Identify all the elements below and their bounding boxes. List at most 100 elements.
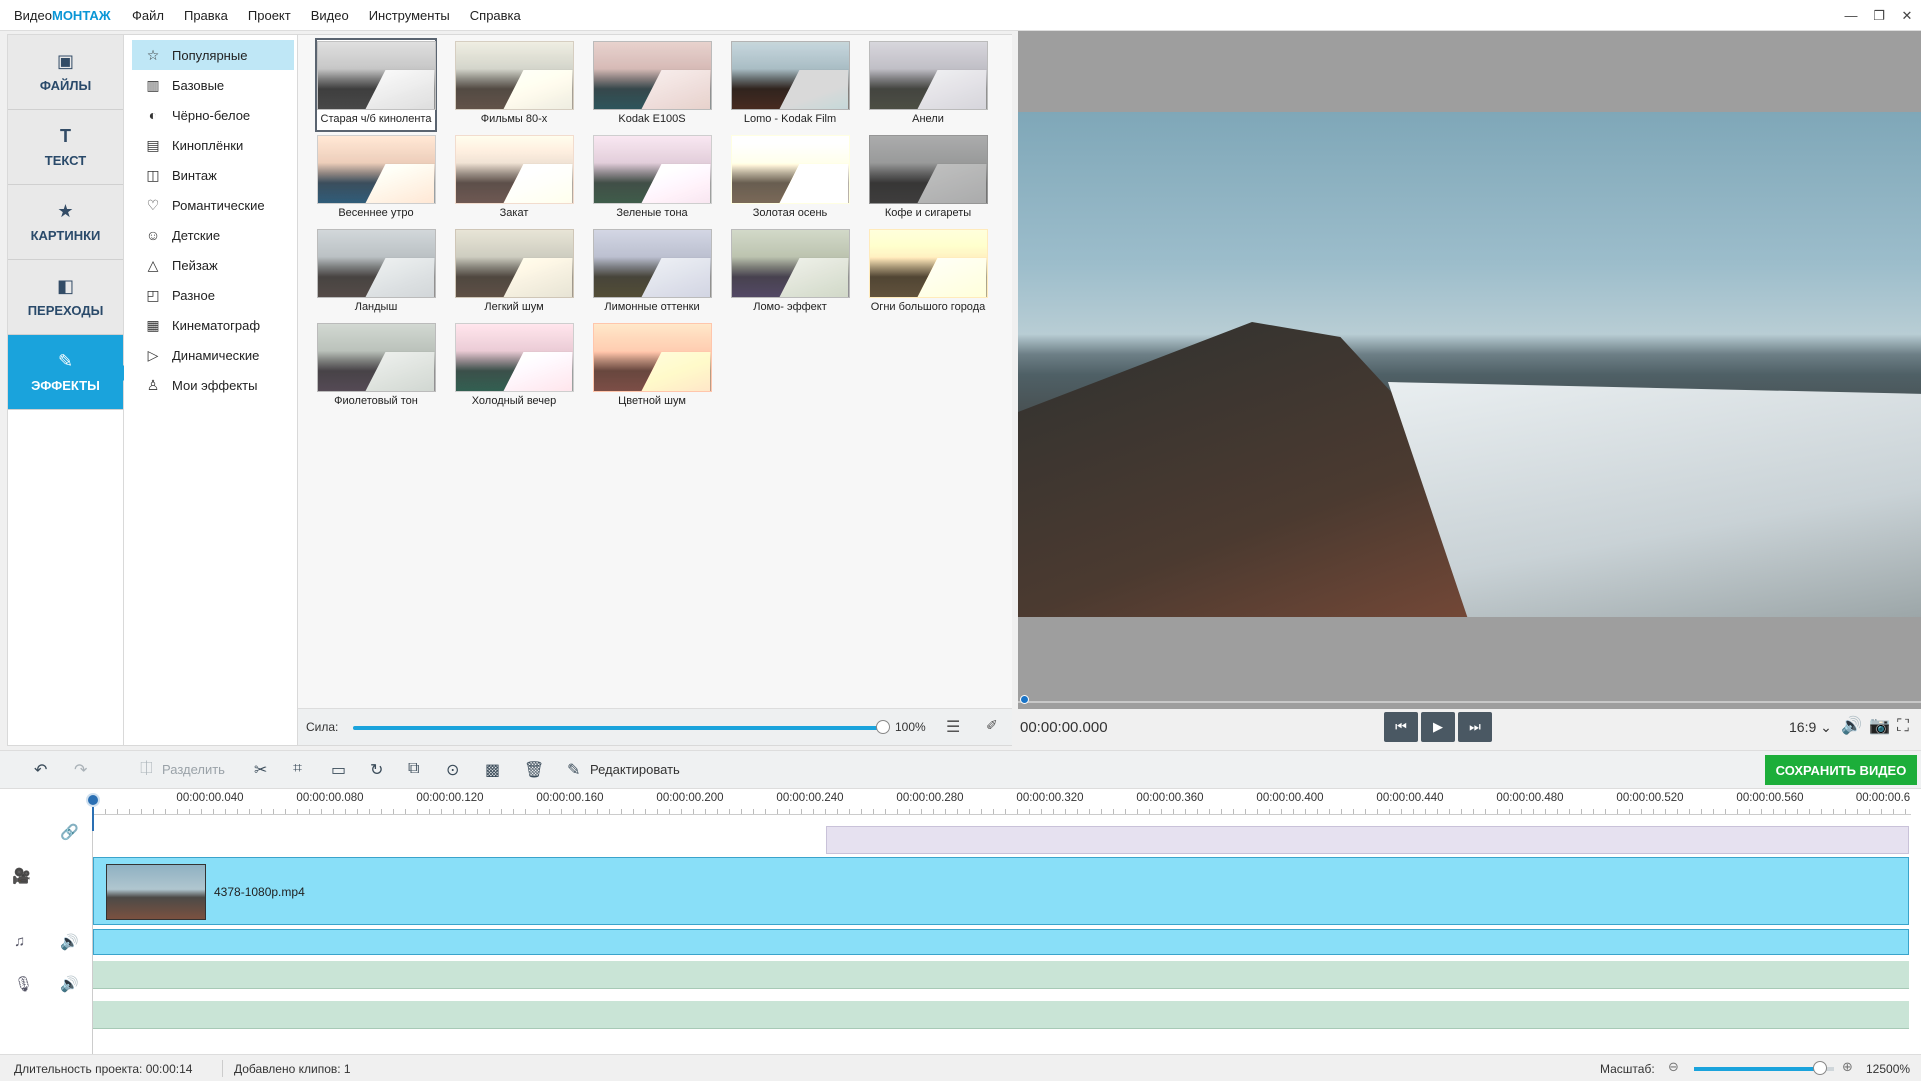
playhead-handle[interactable] xyxy=(86,793,100,807)
menu-help[interactable]: Справка xyxy=(460,0,531,31)
crop-icon[interactable]: ⌗ xyxy=(293,760,302,778)
sliders-icon: ▥ xyxy=(146,76,160,93)
play-icon[interactable]: ▶ xyxy=(1421,712,1455,742)
ruler-tick-label: 00:00:00.160 xyxy=(536,792,604,804)
category-romantic[interactable]: ♡ Романтические xyxy=(124,190,297,220)
previous-icon[interactable]: ⏮ xyxy=(1384,712,1418,742)
ruler-tick-label: 00:00:00.080 xyxy=(296,792,364,804)
menu-video[interactable]: Видео xyxy=(301,0,359,31)
nav-tab-text[interactable]: T ТЕКСТ xyxy=(8,110,123,185)
category-misc[interactable]: ◰ Разное xyxy=(124,280,297,310)
effect-preview-image xyxy=(592,229,712,298)
effect-tile[interactable]: Весеннее утро xyxy=(316,133,436,225)
effect-tile[interactable]: Цветной шум xyxy=(592,321,712,413)
restore-icon[interactable]: ❐ xyxy=(1865,0,1893,31)
undo-icon[interactable]: ↶ xyxy=(34,760,47,780)
player-controls: 00:00:00.000 ⏮ ▶ ⏭ 16:9 ⌄ 🔊 📷 ⛶ xyxy=(1018,709,1921,746)
preview-progress-handle[interactable] xyxy=(1020,695,1029,704)
split-icon[interactable]: ⎅ xyxy=(140,760,153,778)
effect-preview-image xyxy=(868,229,988,298)
video-clip[interactable]: 4378-1080p.mp4 xyxy=(93,857,1909,925)
effect-tile[interactable]: Kodak E100S xyxy=(592,39,712,131)
effect-tile[interactable]: Легкий шум xyxy=(454,227,574,319)
category-vintage[interactable]: ◫ Винтаж xyxy=(124,160,297,190)
effect-tile[interactable]: Фильмы 80-х xyxy=(454,39,574,131)
edit-button[interactable]: Редактировать xyxy=(590,762,680,777)
nav-tab-files[interactable]: ▣ ФАЙЛЫ xyxy=(8,35,123,110)
strength-slider[interactable] xyxy=(353,720,890,734)
effect-tile[interactable]: Закат xyxy=(454,133,574,225)
next-icon[interactable]: ⏭ xyxy=(1458,712,1492,742)
strength-value: 100% xyxy=(895,720,926,734)
nav-tab-pictures[interactable]: ★ КАРТИНКИ xyxy=(8,185,123,260)
time-ruler[interactable]: 00:00:00.040 00:00:00.080 00:00:00.120 0… xyxy=(93,789,1911,815)
aspect-ratio-select[interactable]: 16:9 ⌄ xyxy=(1789,719,1832,736)
redo-icon[interactable]: ↷ xyxy=(74,760,87,780)
effect-tile[interactable]: Анели xyxy=(868,39,988,131)
effect-tile[interactable]: Старая ч/б кинолента xyxy=(315,38,437,132)
volume-icon[interactable]: 🔊 xyxy=(1841,716,1862,736)
menu-tools[interactable]: Инструменты xyxy=(359,0,460,31)
music-track[interactable] xyxy=(93,961,1909,989)
stabilize-icon[interactable]: ⊙ xyxy=(446,760,459,780)
effect-categories: ☆ Популярные ▥ Базовые ◐ Чёрно-белое ▤ Киноп… xyxy=(124,34,298,746)
clip-audio-track[interactable] xyxy=(93,929,1909,955)
zoom-out-icon[interactable]: ⊖ xyxy=(1668,1059,1679,1075)
transform-icon[interactable]: ⧉ xyxy=(408,760,419,778)
category-dynamic[interactable]: ▷ Динамические xyxy=(124,340,297,370)
effect-tile[interactable]: Кофе и сигареты xyxy=(868,133,988,225)
category-my-effects[interactable]: ♙ Мои эффекты xyxy=(124,370,297,400)
category-bw[interactable]: ◐ Чёрно-белое xyxy=(124,100,297,130)
effect-tile[interactable]: Lomo - Kodak Film xyxy=(730,39,850,131)
fill-frame-icon[interactable]: ▭ xyxy=(331,760,346,780)
effect-tile[interactable]: Холодный вечер xyxy=(454,321,574,413)
preview-progress-track[interactable] xyxy=(1018,701,1921,703)
voice-volume-icon[interactable]: 🔊 xyxy=(60,975,79,993)
trash-icon[interactable]: 🗑 xyxy=(524,760,544,780)
zoom-slider-handle[interactable] xyxy=(1813,1061,1827,1075)
nav-tab-label: ЭФФЕКТЫ xyxy=(31,378,100,393)
timeline: 00:00:00.040 00:00:00.080 00:00:00.120 0… xyxy=(0,788,1921,1055)
menu-file[interactable]: Файл xyxy=(122,0,174,31)
effect-tile[interactable]: Зеленые тона xyxy=(592,133,712,225)
edit-icon[interactable]: ✎ xyxy=(567,760,580,780)
effects-track[interactable] xyxy=(826,826,1909,854)
category-popular[interactable]: ☆ Популярные xyxy=(132,40,294,70)
effect-tile[interactable]: Золотая осень xyxy=(730,133,850,225)
strength-slider-handle[interactable] xyxy=(876,720,890,734)
project-duration: Длительность проекта: 00:00:14 xyxy=(14,1062,193,1076)
menu-project[interactable]: Проект xyxy=(238,0,301,31)
effect-tile[interactable]: Огни большого города xyxy=(868,227,988,319)
split-button[interactable]: Разделить xyxy=(162,762,225,777)
edit-toolbar: ↶ ↷ ⎅ Разделить ✂ ⌗ ▭ ↻ ⧉ ⊙ ▩ 🗑 ✎ Редакт… xyxy=(0,750,1921,788)
effect-tile[interactable]: Лимонные оттенки xyxy=(592,227,712,319)
effect-tile[interactable]: Ломо- эффект xyxy=(730,227,850,319)
close-icon[interactable]: ✕ xyxy=(1893,0,1921,31)
link-icon[interactable]: 🔗 xyxy=(60,823,79,841)
nav-tab-transitions[interactable]: ◧ ПЕРЕХОДЫ xyxy=(8,260,123,335)
save-video-button[interactable]: СОХРАНИТЬ ВИДЕО xyxy=(1765,755,1917,785)
effect-tile[interactable]: Ландыш xyxy=(316,227,436,319)
zoom-in-icon[interactable]: ⊕ xyxy=(1842,1059,1853,1075)
category-landscape[interactable]: △ Пейзаж xyxy=(124,250,297,280)
zoom-slider[interactable] xyxy=(1694,1061,1834,1075)
nav-tab-effects[interactable]: ✎ ЭФФЕКТЫ xyxy=(8,335,131,410)
clip-effects-icon[interactable]: ▩ xyxy=(485,760,500,780)
fullscreen-icon[interactable]: ⛶ xyxy=(1897,716,1909,736)
effect-preview-image xyxy=(730,135,850,204)
apply-brush-icon[interactable]: ✐ xyxy=(986,717,998,734)
voice-track[interactable] xyxy=(93,1001,1909,1029)
menu-edit[interactable]: Правка xyxy=(174,0,238,31)
category-film[interactable]: ▤ Киноплёнки xyxy=(124,130,297,160)
music-volume-icon[interactable]: 🔊 xyxy=(60,933,79,951)
rotate-icon[interactable]: ↻ xyxy=(370,760,383,780)
category-cinema[interactable]: ▦ Кинематограф xyxy=(124,310,297,340)
category-kids[interactable]: ☺ Детские xyxy=(124,220,297,250)
settings-sliders-icon[interactable]: ☰ xyxy=(946,717,960,737)
scissors-icon[interactable]: ✂ xyxy=(254,760,267,780)
effect-label: Холодный вечер xyxy=(471,395,557,407)
category-basic[interactable]: ▥ Базовые xyxy=(124,70,297,100)
effect-tile[interactable]: Фиолетовый тон xyxy=(316,321,436,413)
snapshot-icon[interactable]: 📷 xyxy=(1869,716,1890,736)
minimize-icon[interactable]: — xyxy=(1837,0,1865,31)
